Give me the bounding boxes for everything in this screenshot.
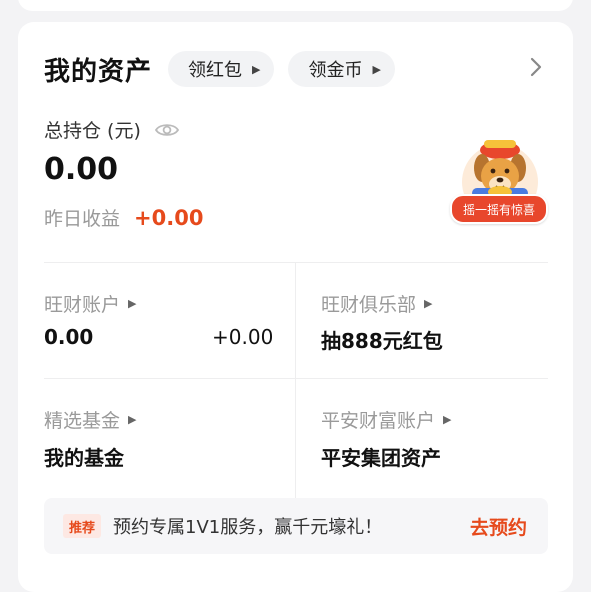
divider — [44, 262, 548, 263]
pingan-wealth-link[interactable]: 平安财富账户 ▶ — [321, 406, 451, 433]
wangcai-club-value: 抽888元红包 — [321, 329, 443, 353]
wangcai-account-change: +0.00 — [212, 325, 274, 349]
wangcai-club-label: 旺财俱乐部 — [321, 294, 417, 316]
divider — [44, 378, 548, 379]
divider — [295, 262, 296, 498]
assets-header: 我的资产 领红包 ▶ 领金币 ▶ — [44, 51, 395, 87]
selected-funds-label: 精选基金 — [44, 410, 121, 432]
gold-coin-label: 领金币 — [308, 60, 363, 81]
selected-funds-value: 我的基金 — [44, 446, 124, 470]
total-holding-row: 总持仓 (元) — [44, 116, 179, 143]
yesterday-earnings-row: 昨日收益 +0.00 — [44, 204, 203, 231]
eye-icon[interactable] — [154, 122, 179, 138]
wangcai-club-link[interactable]: 旺财俱乐部 ▶ — [321, 290, 432, 317]
book-now-link[interactable]: 去预约 — [470, 513, 527, 540]
red-packet-button[interactable]: 领红包 ▶ — [168, 51, 275, 87]
promo-text: 预约专属1V1服务，赢千元壕礼！ — [113, 517, 383, 538]
promo-banner[interactable]: 推荐 预约专属1V1服务，赢千元壕礼！ 去预约 — [44, 498, 548, 554]
previous-card — [18, 0, 573, 11]
wangcai-account-value: 0.00 — [44, 325, 94, 349]
assets-title: 我的资产 — [44, 56, 153, 87]
triangle-right-icon: ▶ — [128, 413, 137, 426]
total-holding-label: 总持仓 (元) — [44, 120, 141, 142]
selected-funds-link[interactable]: 精选基金 ▶ — [44, 406, 136, 433]
recommend-badge: 推荐 — [63, 514, 102, 538]
total-holding-value: 0.00 — [44, 152, 119, 187]
yesterday-earnings-label: 昨日收益 — [44, 208, 121, 230]
triangle-right-icon: ▶ — [372, 62, 381, 76]
chevron-right-icon[interactable] — [523, 54, 549, 80]
gold-coin-button[interactable]: 领金币 ▶ — [288, 51, 395, 87]
yesterday-earnings-value: +0.00 — [134, 205, 204, 230]
wangcai-account-label: 旺财账户 — [44, 294, 121, 316]
triangle-right-icon: ▶ — [252, 62, 261, 76]
triangle-right-icon: ▶ — [424, 297, 433, 310]
triangle-right-icon: ▶ — [443, 413, 452, 426]
pingan-wealth-label: 平安财富账户 — [321, 410, 436, 432]
red-packet-label: 领红包 — [188, 60, 243, 81]
shake-surprise-badge[interactable]: 摇一摇有惊喜 — [450, 194, 548, 224]
assets-card: 我的资产 领红包 ▶ 领金币 ▶ 总持仓 (元) 0.00 昨日收益 +0.00 — [18, 22, 573, 592]
pingan-wealth-value: 平安集团资产 — [321, 446, 441, 470]
wangcai-account-link[interactable]: 旺财账户 ▶ — [44, 290, 136, 317]
triangle-right-icon: ▶ — [128, 297, 137, 310]
